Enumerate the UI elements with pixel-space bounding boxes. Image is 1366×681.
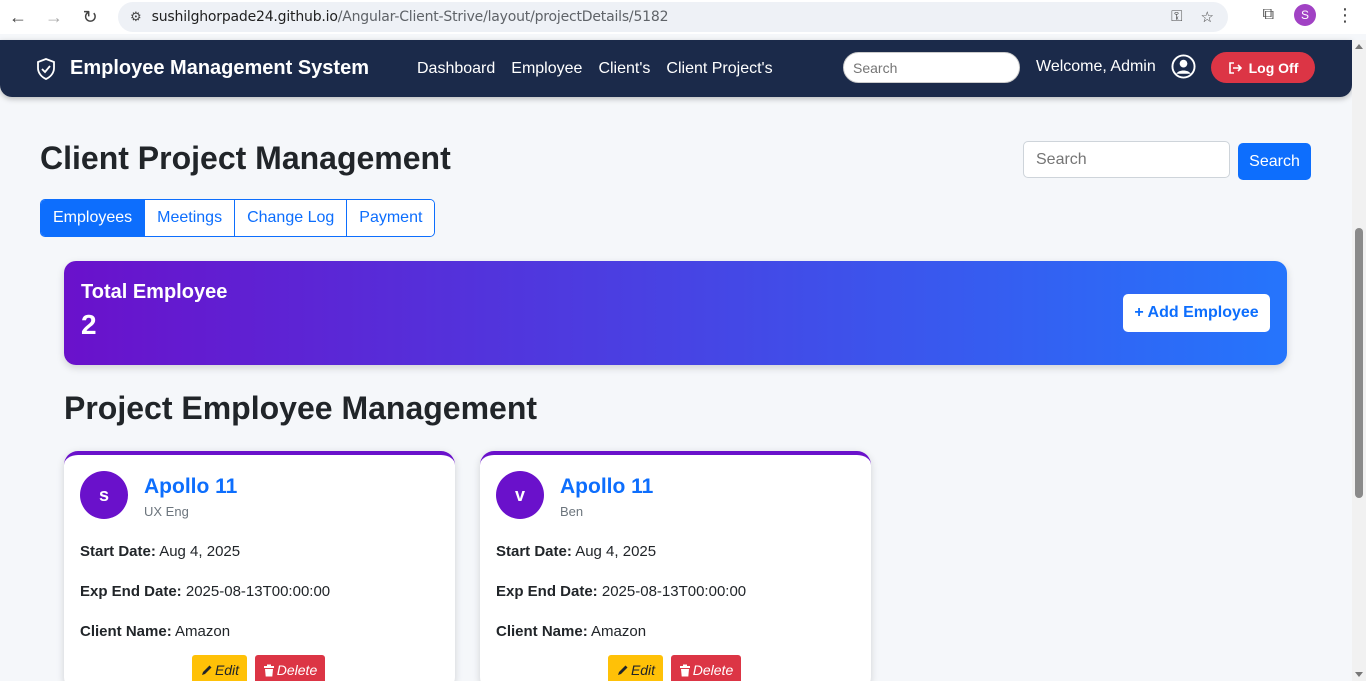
search-button[interactable]: Search bbox=[1238, 143, 1311, 180]
scrollbar-thumb[interactable] bbox=[1355, 228, 1363, 498]
client-name-row: Client Name: Amazon bbox=[496, 623, 646, 640]
logout-icon bbox=[1228, 61, 1242, 74]
edit-label: Edit bbox=[214, 662, 240, 678]
address-bar[interactable]: ⚙ sushilghorpade24.github.io/Angular-Cli… bbox=[118, 2, 1228, 32]
shield-icon bbox=[37, 57, 55, 80]
site-settings-icon[interactable]: ⚙ bbox=[130, 9, 142, 25]
end-date-value: 2025-08-13T00:00:00 bbox=[601, 583, 747, 600]
log-off-label: Log Off bbox=[1248, 59, 1299, 76]
page-scrollbar[interactable] bbox=[1352, 40, 1366, 681]
page-title: Client Project Management bbox=[40, 140, 451, 176]
edit-button[interactable]: Edit bbox=[192, 655, 247, 681]
project-tabs: Employees Meetings Change Log Payment bbox=[40, 199, 436, 237]
end-date-label: Exp End Date: bbox=[496, 583, 598, 600]
client-name-label: Client Name: bbox=[496, 623, 588, 640]
nav-links: Dashboard Employee Client's Client Proje… bbox=[417, 60, 773, 78]
nav-link-employee[interactable]: Employee bbox=[511, 60, 582, 78]
extensions-icon[interactable]: ⧉ bbox=[1263, 6, 1274, 24]
tab-meetings[interactable]: Meetings bbox=[145, 200, 236, 236]
start-date-value: Aug 4, 2025 bbox=[575, 543, 657, 560]
trash-icon bbox=[679, 664, 690, 676]
brand-title: Employee Management System bbox=[70, 57, 369, 79]
client-name-value: Amazon bbox=[175, 623, 231, 640]
delete-button[interactable]: Delete bbox=[671, 655, 741, 681]
pencil-icon bbox=[201, 665, 212, 675]
end-date-row: Exp End Date: 2025-08-13T00:00:00 bbox=[80, 583, 330, 600]
project-name[interactable]: Apollo 11 bbox=[144, 475, 237, 499]
delete-label: Delete bbox=[692, 662, 734, 678]
profile-avatar[interactable]: S bbox=[1294, 4, 1316, 26]
avatar: s bbox=[80, 471, 128, 519]
url-text: sushilghorpade24.github.io/Angular-Clien… bbox=[151, 9, 669, 25]
brand[interactable]: Employee Management System bbox=[36, 57, 369, 80]
browser-menu-icon[interactable]: ⋮ bbox=[1336, 5, 1354, 26]
start-date-row: Start Date: Aug 4, 2025 bbox=[496, 543, 656, 560]
client-name-row: Client Name: Amazon bbox=[80, 623, 230, 640]
employee-card: s Apollo 11 UX Eng Start Date: Aug 4, 20… bbox=[64, 451, 455, 681]
project-search-input[interactable] bbox=[1023, 141, 1230, 178]
scroll-down-icon[interactable] bbox=[1355, 672, 1363, 677]
nav-link-dashboard[interactable]: Dashboard bbox=[417, 60, 495, 78]
nav-link-clients[interactable]: Client's bbox=[598, 60, 650, 78]
add-employee-button[interactable]: + Add Employee bbox=[1123, 294, 1270, 332]
browser-toolbar: ← → ↻ ⚙ sushilghorpade24.github.io/Angul… bbox=[0, 0, 1366, 34]
edit-button[interactable]: Edit bbox=[608, 655, 663, 681]
start-date-value: Aug 4, 2025 bbox=[159, 543, 241, 560]
back-icon[interactable]: ← bbox=[0, 0, 36, 34]
edit-label: Edit bbox=[630, 662, 656, 678]
nav-link-client-projects[interactable]: Client Project's bbox=[666, 60, 772, 78]
employee-role: Ben bbox=[560, 504, 584, 519]
bookmark-star-icon[interactable]: ☆ bbox=[1201, 8, 1214, 26]
start-date-row: Start Date: Aug 4, 2025 bbox=[80, 543, 240, 560]
scroll-up-icon[interactable] bbox=[1355, 44, 1363, 49]
delete-button[interactable]: Delete bbox=[255, 655, 325, 681]
log-off-button[interactable]: Log Off bbox=[1211, 52, 1315, 83]
app-navbar: Employee Management System Dashboard Emp… bbox=[0, 40, 1352, 97]
tab-payment[interactable]: Payment bbox=[347, 200, 435, 236]
client-name-value: Amazon bbox=[591, 623, 647, 640]
total-employee-count: 2 bbox=[81, 309, 97, 340]
trash-icon bbox=[263, 664, 274, 676]
project-name[interactable]: Apollo 11 bbox=[560, 475, 653, 499]
end-date-label: Exp End Date: bbox=[80, 583, 182, 600]
section-title: Project Employee Management bbox=[64, 390, 538, 426]
password-key-icon[interactable]: ⚿ bbox=[1171, 8, 1182, 26]
welcome-text: Welcome, Admin bbox=[1036, 58, 1156, 75]
tab-employees[interactable]: Employees bbox=[41, 200, 146, 236]
avatar: v bbox=[496, 471, 544, 519]
client-name-label: Client Name: bbox=[80, 623, 172, 640]
employee-card: v Apollo 11 Ben Start Date: Aug 4, 2025 … bbox=[480, 451, 871, 681]
forward-icon[interactable]: → bbox=[36, 0, 72, 34]
end-date-row: Exp End Date: 2025-08-13T00:00:00 bbox=[496, 583, 746, 600]
user-circle-icon[interactable] bbox=[1171, 54, 1196, 79]
total-employee-label: Total Employee bbox=[81, 281, 228, 303]
total-employee-banner: Total Employee 2 + Add Employee bbox=[64, 261, 1287, 365]
delete-label: Delete bbox=[276, 662, 318, 678]
pencil-icon bbox=[617, 665, 628, 675]
navbar-search-input[interactable] bbox=[843, 52, 1020, 83]
reload-icon[interactable]: ↻ bbox=[72, 0, 108, 34]
start-date-label: Start Date: bbox=[80, 543, 156, 560]
start-date-label: Start Date: bbox=[496, 543, 572, 560]
employee-role: UX Eng bbox=[144, 504, 189, 519]
end-date-value: 2025-08-13T00:00:00 bbox=[185, 583, 331, 600]
tab-change-log[interactable]: Change Log bbox=[235, 200, 348, 236]
